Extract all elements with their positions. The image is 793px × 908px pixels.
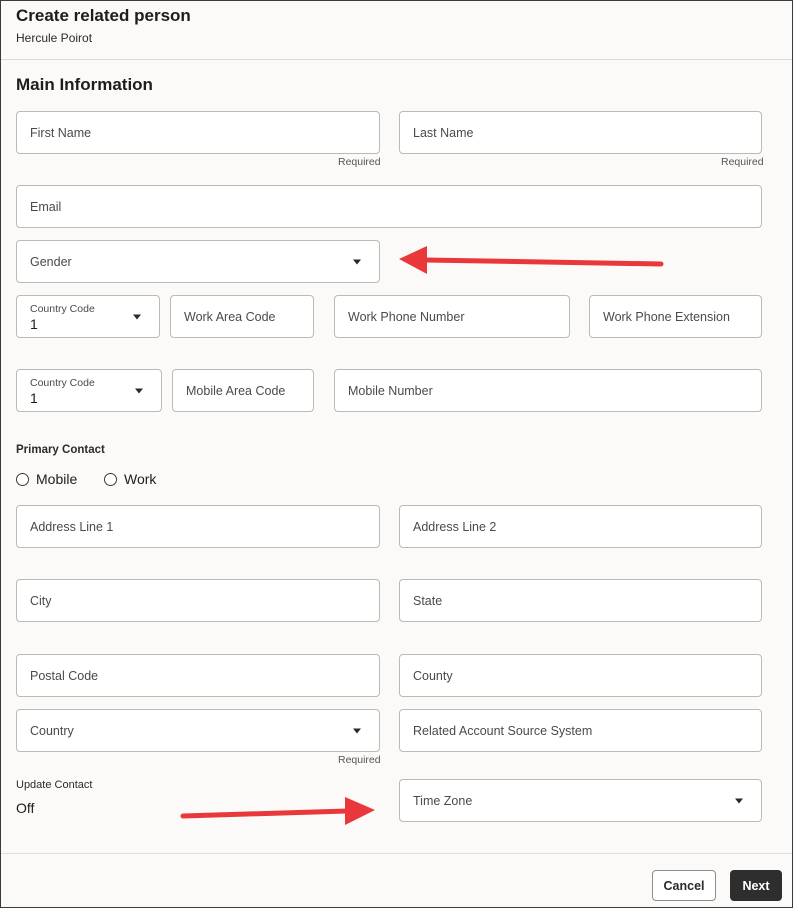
country-label: Country	[30, 723, 74, 738]
country-select[interactable]: Country	[16, 709, 380, 752]
time-zone-label: Time Zone	[413, 793, 473, 808]
primary-contact-work-radio[interactable]: Work	[104, 471, 156, 487]
mobile-area-code-label: Mobile Area Code	[186, 383, 286, 398]
first-name-input[interactable]: First Name	[16, 111, 380, 154]
annotation-arrow-gender	[399, 246, 664, 274]
work-area-code-input[interactable]: Work Area Code	[170, 295, 314, 338]
chevron-down-icon	[133, 314, 141, 319]
state-label: State	[413, 593, 443, 608]
address-line-2-input[interactable]: Address Line 2	[399, 505, 762, 548]
work-phone-number-input[interactable]: Work Phone Number	[334, 295, 570, 338]
last-name-input[interactable]: Last Name	[399, 111, 762, 154]
radio-circle-icon	[104, 472, 117, 486]
radio-label-work: Work	[124, 471, 157, 487]
postal-code-label: Postal Code	[30, 668, 99, 683]
create-related-person-dialog: Create related person Hercule Poirot Mai…	[0, 0, 793, 908]
address-line-1-input[interactable]: Address Line 1	[16, 505, 380, 548]
work-area-code-label: Work Area Code	[184, 309, 276, 324]
mobile-number-input[interactable]: Mobile Number	[334, 369, 762, 412]
work-phone-extension-label: Work Phone Extension	[603, 309, 730, 324]
gender-select[interactable]: Gender	[16, 240, 380, 283]
country-required: Required	[338, 754, 381, 766]
work-country-code-select[interactable]: Country Code 1	[16, 295, 160, 338]
address-line-1-label: Address Line 1	[30, 519, 114, 534]
primary-contact-mobile-radio[interactable]: Mobile	[16, 471, 77, 487]
mobile-area-code-input[interactable]: Mobile Area Code	[172, 369, 314, 412]
arrow-shaft	[180, 808, 350, 819]
gender-label: Gender	[30, 254, 72, 269]
page-subtitle: Hercule Poirot	[16, 31, 93, 45]
update-contact-label: Update Contact	[16, 779, 93, 791]
header-divider	[1, 59, 792, 60]
address-line-2-label: Address Line 2	[413, 519, 497, 534]
mobile-number-label: Mobile Number	[348, 383, 433, 398]
state-input[interactable]: State	[399, 579, 762, 622]
related-account-source-system-input[interactable]: Related Account Source System	[399, 709, 762, 752]
postal-code-input[interactable]: Postal Code	[16, 654, 380, 697]
next-button[interactable]: Next	[730, 870, 782, 901]
related-account-source-system-label: Related Account Source System	[413, 723, 593, 738]
time-zone-select[interactable]: Time Zone	[399, 779, 762, 822]
update-contact-toggle[interactable]: Off	[16, 800, 34, 816]
chevron-down-icon	[353, 259, 361, 264]
arrow-shaft	[422, 257, 664, 267]
work-phone-number-label: Work Phone Number	[348, 309, 465, 324]
arrow-head-icon	[345, 797, 375, 825]
email-input[interactable]: Email	[16, 185, 762, 228]
section-title: Main Information	[16, 75, 153, 94]
first-name-required: Required	[338, 156, 381, 168]
work-phone-extension-input[interactable]: Work Phone Extension	[589, 295, 762, 338]
chevron-down-icon	[735, 798, 743, 803]
county-label: County	[413, 668, 453, 683]
first-name-label: First Name	[30, 125, 92, 140]
mobile-country-code-select[interactable]: Country Code 1	[16, 369, 162, 412]
city-input[interactable]: City	[16, 579, 380, 622]
annotation-arrow-time-zone	[180, 797, 375, 825]
last-name-required: Required	[721, 156, 764, 168]
last-name-label: Last Name	[413, 125, 474, 140]
primary-contact-label: Primary Contact	[16, 444, 105, 456]
chevron-down-icon	[353, 728, 361, 733]
county-input[interactable]: County	[399, 654, 762, 697]
footer-divider	[1, 853, 792, 854]
chevron-down-icon	[135, 388, 143, 393]
page-title: Create related person	[16, 6, 191, 25]
cancel-button[interactable]: Cancel	[652, 870, 716, 901]
arrow-head-icon	[399, 246, 427, 274]
city-label: City	[30, 593, 52, 608]
radio-circle-icon	[16, 472, 29, 486]
email-label: Email	[30, 199, 62, 214]
radio-label-mobile: Mobile	[36, 471, 78, 487]
